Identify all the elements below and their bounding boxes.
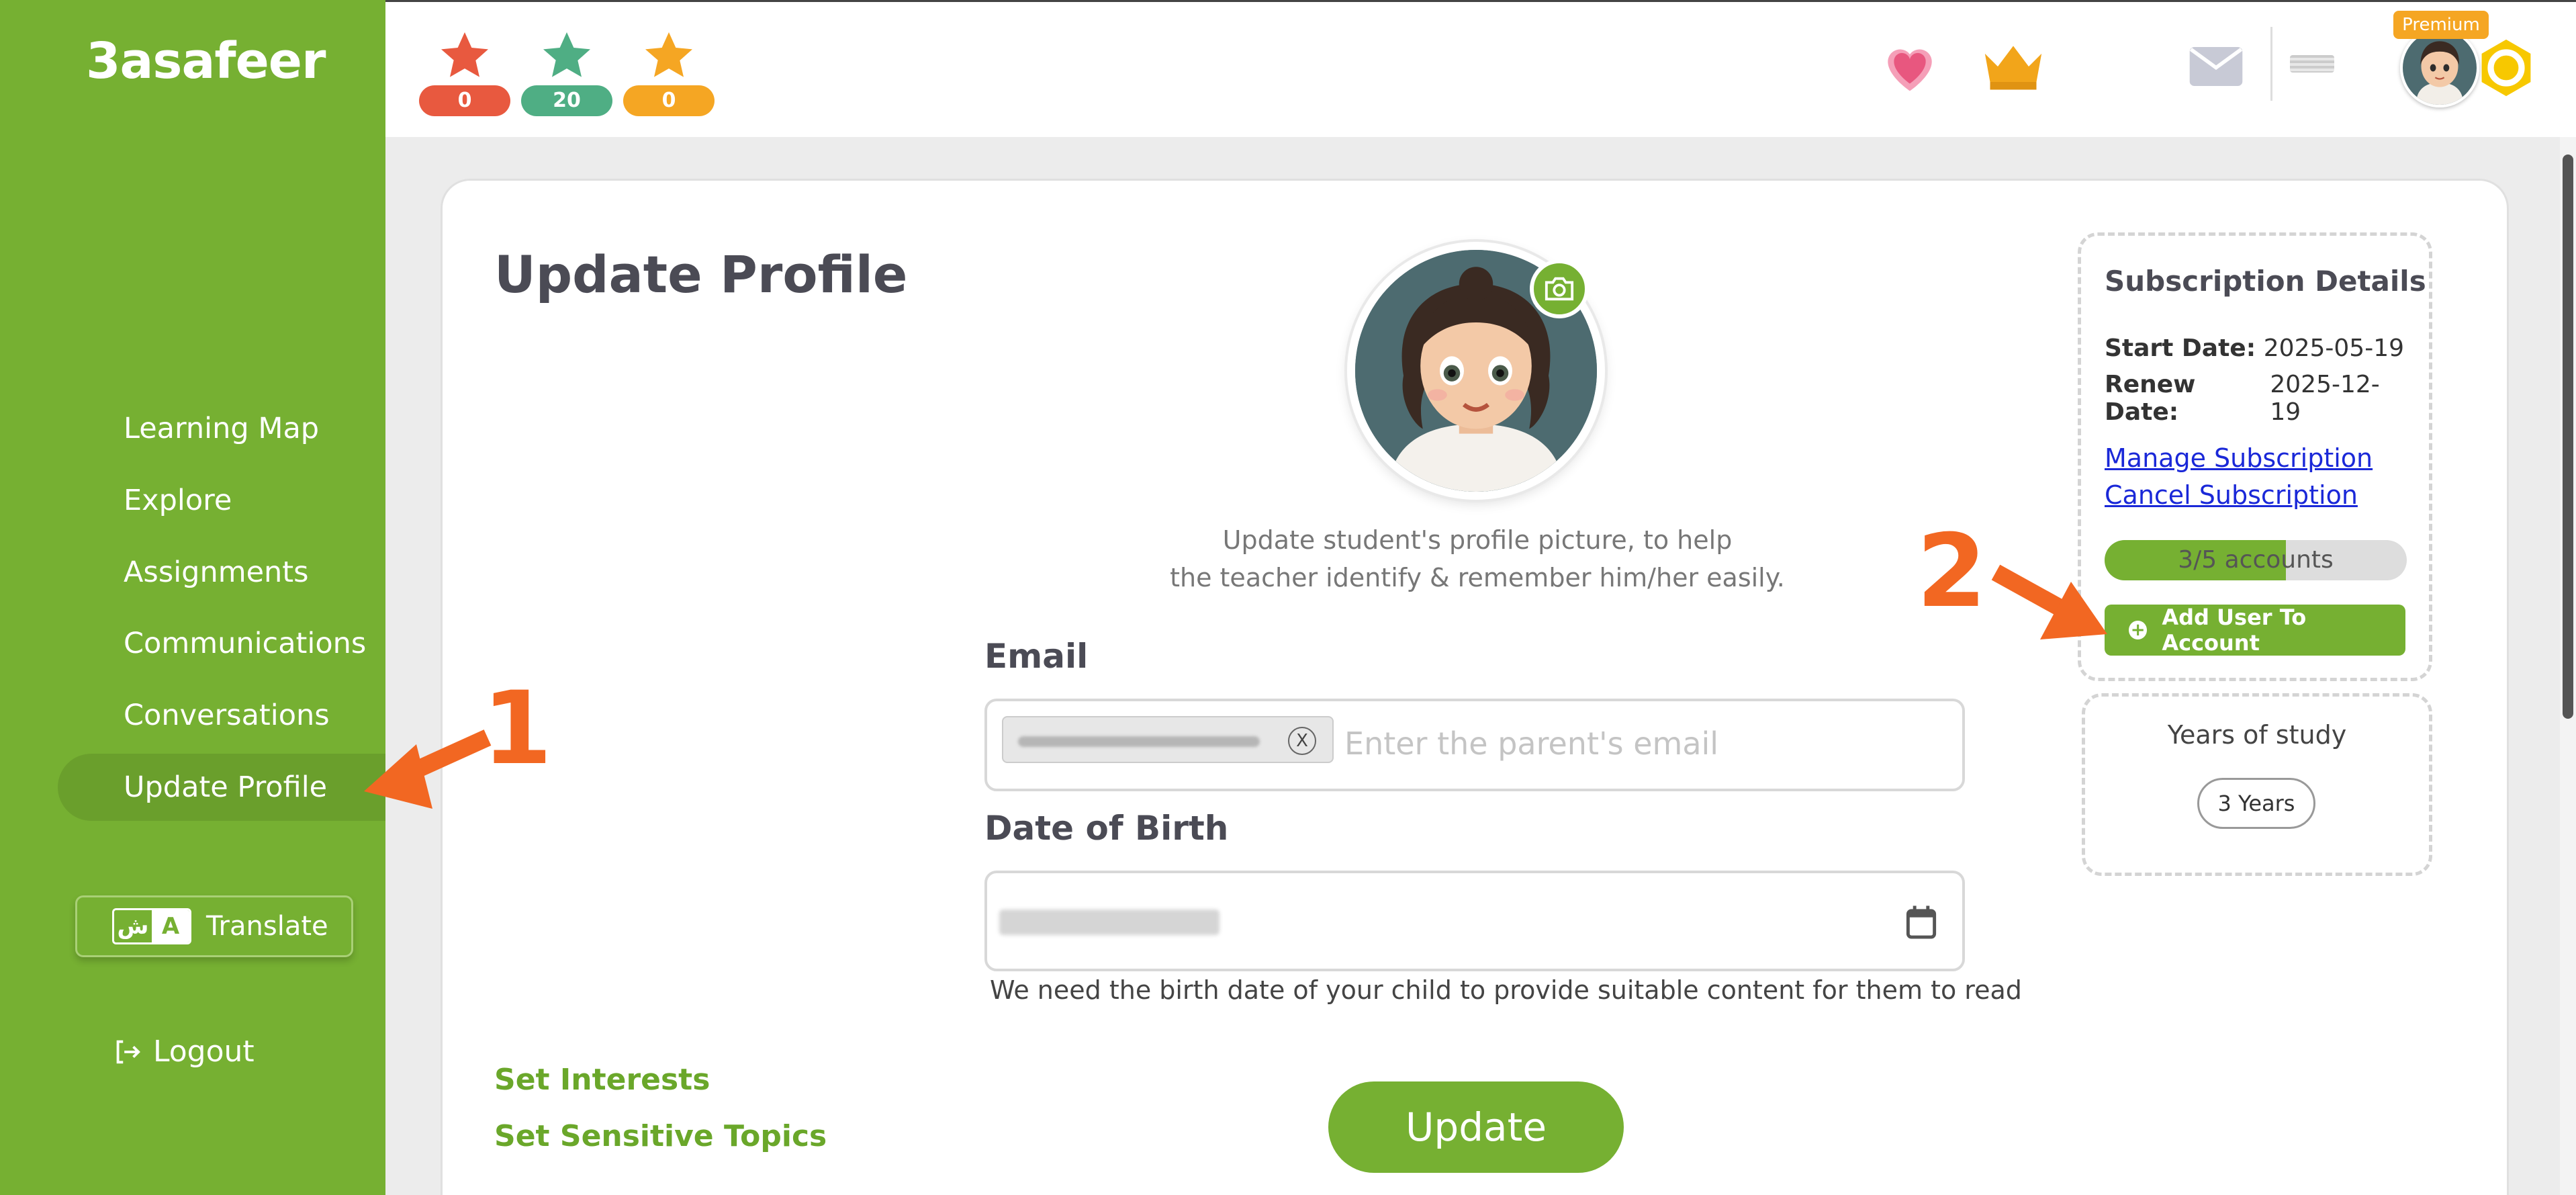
dob-note: We need the birth date of your child to … — [990, 975, 2022, 1005]
green-star-count: 20 — [521, 85, 612, 116]
accounts-progress: 3/5 accounts — [2105, 540, 2407, 580]
heart-icon — [1888, 49, 1932, 91]
annotation-arrow-2 — [1991, 564, 2107, 639]
email-chip: X — [1002, 716, 1334, 763]
email-field[interactable]: X Enter the parent's email — [984, 699, 1965, 791]
remove-email-button[interactable]: X — [1288, 727, 1316, 755]
start-date-value: 2025-05-19 — [2263, 335, 2404, 362]
camera-icon — [1545, 277, 1574, 301]
logout-label: Logout — [153, 1034, 255, 1069]
sidebar: 3asafeer Learning Map Explore Assignment… — [0, 0, 385, 1195]
redacted-dob — [999, 910, 1220, 935]
red-star-count: 0 — [419, 85, 510, 116]
scrollbar-thumb[interactable] — [2563, 154, 2573, 719]
logout-button[interactable]: Logout — [111, 1034, 255, 1069]
annotation-arrow-1 — [364, 729, 492, 809]
dob-label: Date of Birth — [984, 809, 1229, 848]
email-label: Email — [984, 637, 1089, 676]
translate-label: Translate — [206, 911, 328, 942]
sidebar-item-communications[interactable]: Communications — [0, 610, 385, 677]
top-header: 0 20 0 — [385, 0, 2576, 137]
orange-star-counter[interactable]: 0 — [623, 29, 715, 118]
sidebar-item-update-profile[interactable]: Update Profile — [58, 754, 385, 821]
app-logo[interactable]: 3asafeer — [86, 32, 326, 90]
change-photo-button[interactable] — [1530, 259, 1589, 318]
mail-icon — [2189, 46, 2243, 87]
add-user-button[interactable]: + Add User To Account — [2105, 605, 2405, 656]
heart-button[interactable] — [1878, 34, 1942, 99]
translate-button[interactable]: ش A Translate — [75, 895, 353, 957]
coin-icon — [2481, 39, 2531, 97]
sidebar-item-learning-map[interactable]: Learning Map — [0, 395, 385, 462]
red-star-icon — [441, 32, 488, 77]
premium-badge: Premium — [2393, 11, 2489, 39]
language-menu-icon[interactable] — [2290, 55, 2334, 73]
email-placeholder: Enter the parent's email — [1344, 725, 1719, 762]
logout-icon — [116, 1040, 140, 1063]
annotation-number-2: 2 — [1917, 513, 1987, 630]
years-value[interactable]: 3 Years — [2197, 778, 2315, 829]
profile-picture-help: Update student's profile picture, to hel… — [1170, 525, 1785, 592]
green-star-icon — [543, 32, 590, 77]
mail-button[interactable] — [2184, 34, 2248, 99]
crown-icon — [1984, 46, 2042, 90]
calendar-icon[interactable] — [1904, 904, 1938, 940]
green-star-counter[interactable]: 20 — [521, 29, 612, 118]
renew-date-row: Renew Date: 2025-12-19 — [2105, 371, 2404, 426]
years-label: Years of study — [2167, 720, 2347, 750]
accounts-progress-text: 3/5 accounts — [2178, 546, 2334, 574]
plus-circle-icon: + — [2129, 621, 2148, 639]
redacted-email — [1018, 736, 1260, 747]
sidebar-item-explore[interactable]: Explore — [0, 467, 385, 534]
orange-star-count: 0 — [623, 85, 715, 116]
crown-button[interactable] — [1981, 34, 2045, 99]
red-star-counter[interactable]: 0 — [419, 29, 510, 118]
start-date-row: Start Date: 2025-05-19 — [2105, 335, 2404, 362]
coin-button[interactable] — [2474, 36, 2538, 100]
renew-date-value: 2025-12-19 — [2270, 371, 2380, 426]
dob-field[interactable] — [984, 871, 1965, 971]
avatar-image — [2403, 31, 2477, 105]
cancel-subscription-link[interactable]: Cancel Subscription — [2105, 480, 2358, 510]
manage-subscription-link[interactable]: Manage Subscription — [2105, 443, 2373, 473]
translate-icon: ش A — [112, 908, 191, 944]
add-user-label: Add User To Account — [2162, 605, 2307, 656]
subscription-title: Subscription Details — [2105, 265, 2426, 298]
user-avatar[interactable] — [2400, 28, 2479, 107]
set-interests-link[interactable]: Set Interests — [494, 1063, 710, 1097]
header-divider — [2270, 27, 2272, 101]
page-title: Update Profile — [494, 245, 908, 304]
sidebar-item-assignments[interactable]: Assignments — [0, 539, 385, 606]
update-button[interactable]: Update — [1328, 1081, 1624, 1173]
sidebar-item-conversations[interactable]: Conversations — [0, 682, 385, 749]
set-sensitive-topics-link[interactable]: Set Sensitive Topics — [494, 1119, 827, 1153]
orange-star-icon — [645, 32, 692, 77]
